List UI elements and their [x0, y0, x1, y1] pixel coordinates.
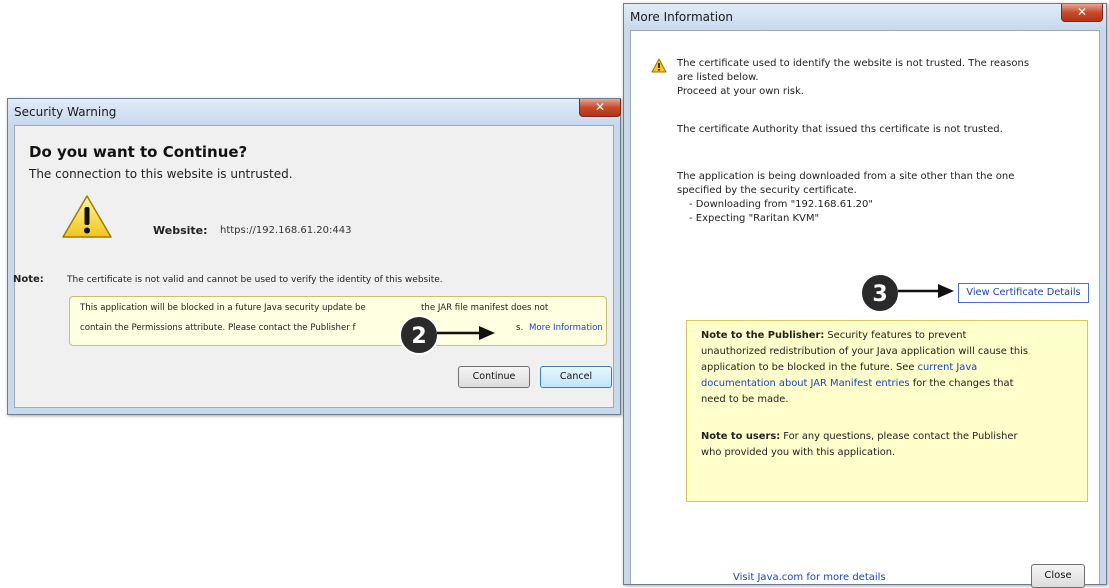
security-warning-title: Security Warning — [14, 105, 117, 119]
security-warning-body: Do you want to Continue? The connection … — [13, 125, 614, 408]
close-icon: ✕ — [1076, 5, 1088, 19]
more-information-titlebar: More Information ✕ — [624, 4, 1106, 30]
publisher-line-4: documentation about JAR Manifest entries… — [701, 378, 1013, 389]
users-label: Note to users: — [701, 431, 781, 442]
notice-line-2: contain the Permissions attribute. Pleas… — [80, 323, 356, 333]
download-line-1: The application is being downloaded from… — [677, 171, 1015, 182]
website-label: Website: — [153, 224, 208, 237]
download-line-2: specified by the security certificate. — [677, 185, 857, 196]
more-information-close-x-button[interactable]: ✕ — [1061, 4, 1103, 22]
download-line-4: - Expecting "Raritan KVM" — [689, 213, 820, 224]
close-icon: ✕ — [594, 100, 606, 114]
notice-line-2b: s. — [516, 323, 524, 333]
more-information-title: More Information — [630, 10, 734, 24]
step-2-arrow-icon — [437, 326, 495, 340]
step-3-callout: 3 — [860, 273, 900, 313]
intro-line-1: The certificate used to identify the web… — [677, 58, 1030, 69]
java-blocking-notice: This application will be blocked in a fu… — [69, 296, 607, 346]
security-warning-heading: Do you want to Continue? — [29, 143, 248, 161]
warning-icon — [62, 195, 112, 238]
jar-manifest-link[interactable]: documentation about JAR Manifest entries — [701, 378, 910, 389]
intro-line-2: are listed below. — [677, 72, 759, 83]
publisher-line-5: need to be made. — [701, 394, 789, 405]
step-2-callout: 2 — [399, 315, 439, 355]
more-information-link[interactable]: More Information — [529, 323, 603, 333]
users-line-1-text: For any questions, please contact the Pu… — [780, 431, 1018, 442]
publisher-line-1-text: Security features to prevent — [824, 330, 967, 341]
visit-java-link[interactable]: Visit Java.com for more details — [733, 572, 886, 583]
close-button[interactable]: Close — [1031, 564, 1085, 588]
security-warning-close-button[interactable]: ✕ — [579, 99, 621, 117]
notice-line-1b: the JAR file manifest does not — [421, 303, 549, 313]
continue-button[interactable]: Continue — [458, 366, 530, 388]
publisher-label: Note to the Publisher: — [701, 330, 825, 341]
website-value: https://192.168.61.20:443 — [220, 225, 352, 236]
warning-icon — [651, 58, 667, 73]
note-text: The certificate is not valid and cannot … — [67, 275, 443, 285]
publisher-notice: Note to the Publisher: Security features… — [686, 320, 1088, 502]
note-label: Note: — [13, 274, 44, 285]
users-line-2: who provided you with this application. — [701, 447, 896, 458]
users-line-1: Note to users: For any questions, please… — [701, 431, 1018, 442]
step-3-arrow-icon — [898, 284, 954, 298]
authority-text: The certificate Authority that issued th… — [677, 124, 1003, 135]
security-warning-titlebar: Security Warning ✕ — [8, 99, 621, 125]
publisher-line-3-text: application to be blocked in the future.… — [701, 362, 918, 373]
publisher-line-3: application to be blocked in the future.… — [701, 362, 977, 373]
security-warning-dialog: Security Warning ✕ Do you want to Contin… — [7, 98, 621, 415]
view-certificate-details-link[interactable]: View Certificate Details — [958, 283, 1089, 303]
security-warning-subheading: The connection to this website is untrus… — [29, 167, 293, 181]
current-java-link[interactable]: current Java — [918, 362, 978, 373]
publisher-line-2: unauthorized redistribution of your Java… — [701, 346, 1028, 357]
download-line-3: - Downloading from "192.168.61.20" — [689, 199, 873, 210]
notice-line-1a: This application will be blocked in a fu… — [80, 303, 366, 313]
intro-line-3: Proceed at your own risk. — [677, 86, 804, 97]
publisher-line-1: Note to the Publisher: Security features… — [701, 330, 966, 341]
publisher-line-4-text: for the changes that — [909, 378, 1014, 389]
cancel-button[interactable]: Cancel — [540, 366, 612, 388]
